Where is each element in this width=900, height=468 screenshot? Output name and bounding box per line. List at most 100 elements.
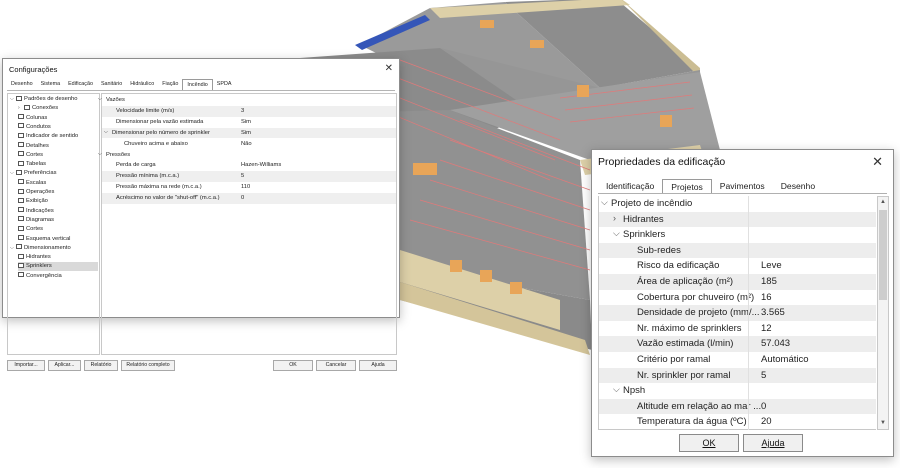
chevron-down-icon[interactable]: ⌵ [98,96,102,102]
property-row[interactable]: Nr. sprinkler por ramal 5 [599,367,876,384]
property-value[interactable]: 5 [761,370,766,381]
tree-item[interactable]: Cortes [18,225,43,234]
property-category-row[interactable]: ⌵ Projeto de incêndio [599,196,876,212]
aplicar-button[interactable]: Aplicar... [48,360,81,371]
chevron-down-icon[interactable]: ⌵ [104,129,108,135]
scroll-down-icon[interactable]: ▼ [878,418,888,429]
importar-button[interactable]: Importar... [7,360,45,371]
property-row[interactable]: Nr. máximo de sprinklers 12 [599,321,876,337]
property-value[interactable]: 3.565 [761,307,785,318]
tree-item[interactable]: Colunas [18,114,47,123]
ajuda-button[interactable]: Ajuda [743,434,803,452]
property-category-row[interactable]: › Hidrantes [599,211,876,228]
chevron-right-icon[interactable]: › [613,213,616,223]
tree-item[interactable]: Convergência [18,272,62,281]
property-value[interactable]: Leve [761,260,782,271]
chevron-down-icon[interactable]: ⌵ [613,228,620,239]
tree-item[interactable]: Hidrantes [18,253,51,262]
grid-category-row[interactable]: ⌵ Vazões [98,95,396,106]
property-row[interactable]: Cobertura por chuveiro (m²) 16 [599,290,876,306]
grid-row-value[interactable]: Sim [241,130,251,136]
property-row[interactable]: Sub-redes [599,242,876,259]
grid-row[interactable]: ⌵ Dimensionar pelo número de sprinkler Sim [102,127,396,139]
node-icon [18,132,24,138]
tree-item[interactable]: Tabelas [18,160,46,169]
tree-item[interactable]: ⌵ Preferências [10,169,57,178]
tree-item[interactable]: Detalhes [18,142,49,151]
node-icon [18,160,24,166]
property-row[interactable]: Área de aplicação (m²) 185 [599,274,876,290]
property-category-row[interactable]: ⌵ Npsh [599,383,876,399]
grid-row[interactable]: Velocidade limite (m/s) 3 [102,105,396,117]
property-category-row[interactable]: ⌵ Sprinklers [599,227,876,243]
grid-row[interactable]: Chuveiro acima e abaixo Não [102,139,396,150]
property-value[interactable]: 20 [761,416,772,427]
close-icon[interactable]: ✕ [385,63,393,74]
building-properties-dialog: Propriedades da edificação ✕ Identificaç… [591,149,894,457]
ok-button[interactable]: OK [273,360,313,371]
tree-item[interactable]: Diagramas [18,216,54,225]
tree-item[interactable]: Condutos [18,123,51,132]
config-property-grid[interactable]: ⌵ Vazões Velocidade limite (m/s) 3 Dimension… [98,93,397,355]
tab-identificacao[interactable]: Identificação [598,179,662,194]
property-row[interactable]: Altitude em relação ao mar ... 0 [599,398,876,415]
chevron-down-icon[interactable]: ⌵ [98,151,102,157]
grid-row[interactable]: Dimensionar pela vazão estimada Sim [102,117,396,128]
property-row[interactable]: Densidade de projeto (mm/... 3.565 [599,305,876,321]
property-row[interactable]: Risco da edificação Leve [599,258,876,274]
tree-item[interactable]: Esquema vertical [18,235,70,244]
chevron-down-icon[interactable]: ⌵ [613,384,620,395]
chevron-down-icon[interactable]: ⌵ [601,197,608,208]
tree-item-label: Padrões de desenho [24,96,78,102]
grid-row-value[interactable]: Não [241,141,252,147]
property-value[interactable]: 16 [761,292,772,303]
property-value[interactable]: Automático [761,354,809,365]
grid-row-value[interactable]: 3 [241,108,244,114]
tree-item[interactable]: Escalas [18,179,46,188]
grid-row-value[interactable]: 110 [241,184,250,190]
property-row[interactable]: Vazão estimada (l/min) 57.043 [599,336,876,352]
grid-row[interactable]: Perda de carga Hazen-Williams [102,160,396,171]
tree-item[interactable]: › Conexões [18,104,58,113]
property-value[interactable]: 185 [761,276,777,287]
grid-row[interactable]: Pressão mínima (m.c.a.) 5 [102,171,396,182]
grid-row[interactable]: Acréscimo no valor de "shut-off" (m.c.a.… [102,193,396,204]
properties-scrollbar[interactable]: ▲ ▼ [877,196,889,430]
property-label: Cobertura por chuveiro (m²) [637,291,755,303]
relatorio-button[interactable]: Relatório [84,360,118,371]
property-value[interactable]: 12 [761,323,772,334]
tree-item[interactable]: Operações [18,188,54,197]
grid-row-value[interactable]: 5 [241,173,244,179]
grid-row-value[interactable]: Hazen-Williams [241,162,281,168]
cancelar-button[interactable]: Cancelar [316,360,356,371]
properties-grid[interactable]: ⌵ Projeto de incêndio › Hidrantes ⌵ Sprinkler… [598,196,876,430]
tree-item[interactable]: Exibição [18,197,48,206]
property-row[interactable]: Temperatura da água (ºC) 20 [599,414,876,429]
tree-item[interactable]: Cortes [18,151,43,160]
grid-row-value[interactable]: 0 [241,195,244,201]
property-value[interactable]: 57.043 [761,338,790,349]
grid-row-value[interactable]: Sim [241,119,251,125]
tab-projetos[interactable]: Projetos [662,179,712,194]
tree-item-label: Hidrantes [26,254,51,261]
scroll-thumb[interactable] [879,210,887,300]
tree-item[interactable]: ⌵ Padrões de desenho [10,95,78,104]
tree-item[interactable]: Sprinklers [18,262,98,272]
tree-item[interactable]: Indicações [18,207,54,216]
relatorio-completo-button[interactable]: Relatório completo [121,360,175,371]
ok-button[interactable]: OK [679,434,739,452]
grid-category-row[interactable]: ⌵ Pressões [98,150,396,161]
property-value[interactable]: 0 [761,401,766,412]
tree-item[interactable]: ⌵ Dimensionamento [10,244,71,253]
property-row[interactable]: Critério por ramal Automático [599,352,876,368]
tree-item[interactable]: Indicador de sentido [18,132,78,141]
grid-row[interactable]: Pressão máxima na rede (m.c.a.) 110 [102,182,396,193]
scroll-up-icon[interactable]: ▲ [878,197,888,208]
property-label: Sprinklers [623,229,666,241]
grid-row-label: Acréscimo no valor de "shut-off" (m.c.a.… [116,195,220,202]
tab-pavimentos[interactable]: Pavimentos [712,179,773,194]
close-icon[interactable]: ✕ [872,154,883,170]
tab-desenho[interactable]: Desenho [773,179,823,194]
ajuda-button[interactable]: Ajuda [359,360,397,371]
config-tree[interactable]: ⌵ Padrões de desenho › Conexões Colunas Condu… [7,93,100,355]
